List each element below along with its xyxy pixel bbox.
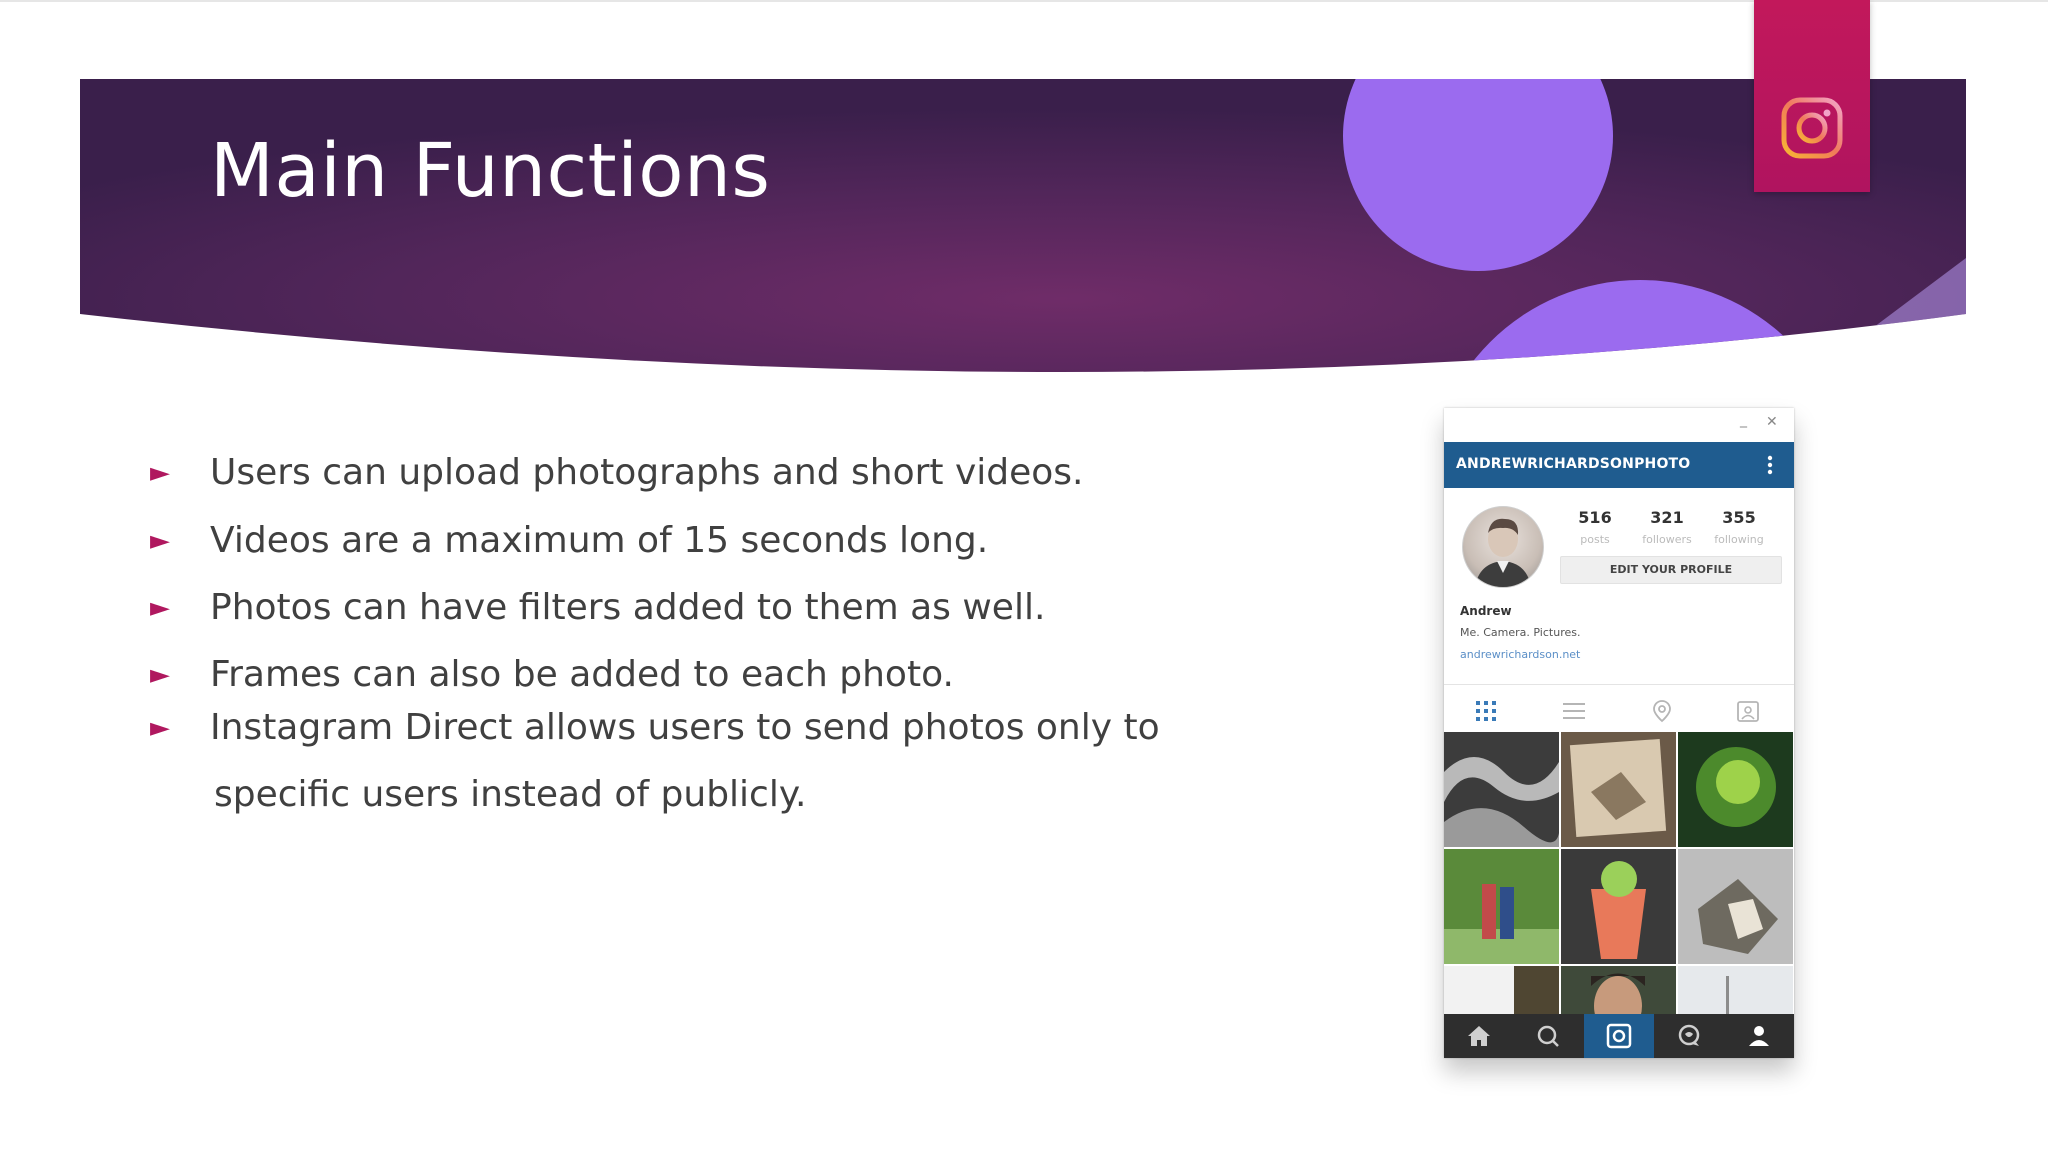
avatar: [1462, 506, 1544, 588]
photo-thumbnail[interactable]: [1678, 966, 1793, 1020]
bio-text: Me. Camera. Pictures.: [1460, 626, 1581, 639]
bullet-text: Photos can have filters added to them as…: [210, 587, 1046, 628]
grid-view-icon[interactable]: [1474, 699, 1498, 723]
list-view-icon[interactable]: [1562, 699, 1586, 723]
nav-activity[interactable]: [1654, 1014, 1724, 1058]
photo-thumbnail[interactable]: [1561, 966, 1676, 1020]
edit-profile-button[interactable]: EDIT YOUR PROFILE: [1560, 556, 1782, 584]
nav-search[interactable]: [1514, 1014, 1584, 1058]
profile-username: ANDREWRICHARDSONPHOTO: [1456, 456, 1691, 472]
nav-profile[interactable]: [1724, 1014, 1794, 1058]
instagram-profile-screenshot: _ ✕ ANDREWRICHARDSONPHOTO 516 posts 321 …: [1444, 408, 1794, 1058]
minimize-button[interactable]: _: [1740, 412, 1747, 428]
view-toggle-bar: [1444, 685, 1794, 737]
bullet-item: ► Photos can have filters added to them …: [150, 575, 1045, 641]
location-pin-icon[interactable]: [1650, 699, 1674, 723]
slide: Main Functions ► Users can upload photog…: [0, 0, 2048, 1152]
bullet-marker: ►: [150, 458, 170, 488]
stat-number: 355: [1722, 508, 1756, 527]
profile-icon: [1749, 1026, 1769, 1046]
instagram-icon: [1781, 97, 1843, 159]
search-icon: [1537, 1025, 1559, 1047]
bullet-continuation: specific users instead of publicly.: [214, 774, 807, 815]
bullet-item: ► Videos are a maximum of 15 seconds lon…: [150, 508, 988, 574]
slide-title: Main Functions: [210, 128, 771, 214]
photo-thumbnail[interactable]: [1444, 849, 1559, 964]
photo-thumbnail[interactable]: [1444, 732, 1559, 847]
home-icon: [1468, 1026, 1490, 1046]
bio-name: Andrew: [1460, 604, 1512, 618]
profile-header: ANDREWRICHARDSONPHOTO: [1444, 442, 1794, 488]
photo-grid: [1444, 732, 1794, 1020]
instagram-tab: [1754, 0, 1870, 192]
profile-photo: [1475, 518, 1531, 587]
bullet-marker: ►: [150, 526, 170, 556]
bio-link[interactable]: andrewrichardson.net: [1460, 648, 1580, 661]
bullet-marker: ►: [150, 713, 170, 743]
decor-circle-top: [1343, 79, 1613, 271]
bullet-text: Videos are a maximum of 15 seconds long.: [210, 520, 989, 561]
photo-thumbnail[interactable]: [1444, 966, 1559, 1020]
stat-label: followers: [1642, 533, 1692, 546]
bullet-text: Instagram Direct allows users to send ph…: [210, 707, 1160, 748]
activity-bubble-icon: [1678, 1024, 1700, 1046]
stat-posts: 516 posts: [1560, 508, 1630, 546]
stat-following: 355 following: [1704, 508, 1774, 546]
nav-home[interactable]: [1444, 1014, 1514, 1058]
bottom-nav: [1444, 1014, 1794, 1058]
stat-label: posts: [1580, 533, 1610, 546]
bullet-text: Users can upload photographs and short v…: [210, 452, 1084, 493]
stat-label: following: [1714, 533, 1764, 546]
stat-number: 516: [1578, 508, 1612, 527]
stat-number: 321: [1650, 508, 1684, 527]
window-chrome: _ ✕: [1444, 408, 1794, 442]
photo-thumbnail[interactable]: [1678, 732, 1793, 847]
more-options-icon[interactable]: [1762, 450, 1778, 480]
photo-thumbnail[interactable]: [1561, 732, 1676, 847]
close-button[interactable]: ✕: [1766, 414, 1778, 430]
bullet-marker: ►: [150, 593, 170, 623]
nav-camera[interactable]: [1584, 1014, 1654, 1058]
bullet-item: ► Users can upload photographs and short…: [150, 440, 1084, 506]
stat-followers: 321 followers: [1632, 508, 1702, 546]
photo-thumbnail[interactable]: [1678, 849, 1793, 964]
tagged-photos-icon[interactable]: [1736, 699, 1760, 723]
photo-thumbnail[interactable]: [1561, 849, 1676, 964]
camera-icon: [1606, 1023, 1632, 1049]
bullet-item: ► Instagram Direct allows users to send …: [150, 695, 1160, 761]
